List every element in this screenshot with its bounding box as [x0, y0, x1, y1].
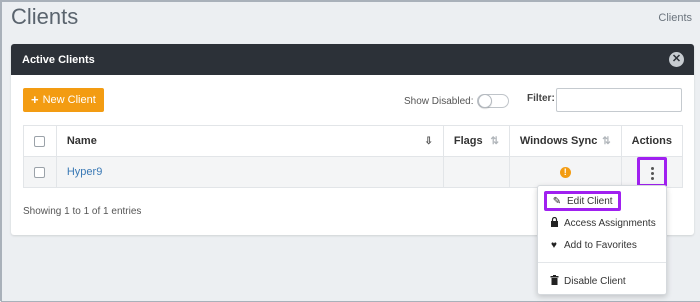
menu-item-edit-client[interactable]: ✎ Edit Client	[544, 191, 621, 211]
menu-divider	[538, 262, 666, 263]
new-client-label: New Client	[42, 94, 96, 106]
page: Clients Clients Active Clients ✕ + New C…	[2, 2, 700, 302]
close-icon[interactable]: ✕	[669, 52, 684, 67]
page-title: Clients	[11, 4, 79, 29]
select-all-checkbox[interactable]	[34, 135, 46, 147]
column-header-name[interactable]: Name ⇩	[55, 125, 444, 157]
clients-table: Name ⇩ Flags ⇅ Windows Sync ⇅ Actions Hy…	[23, 125, 684, 188]
menu-item-label: Disable Client	[564, 275, 626, 287]
client-name-link[interactable]: Hyper9	[67, 166, 102, 178]
row-select-cell	[23, 156, 57, 188]
show-disabled-toggle[interactable]	[477, 94, 510, 108]
actions-dropdown-menu: ✎ Edit Client Access Assignments ♥ Add t…	[537, 185, 667, 295]
kebab-dot	[650, 172, 654, 175]
menu-item-add-to-favorites[interactable]: ♥ Add to Favorites	[544, 235, 642, 255]
column-header-actions: Actions	[620, 125, 684, 157]
table-row: Hyper9 !	[23, 156, 684, 188]
pencil-icon: ✎	[552, 195, 562, 207]
windows-sync-cell: !	[508, 156, 622, 188]
column-header-windows-sync[interactable]: Windows Sync ⇅	[508, 125, 622, 157]
panel-title: Active Clients	[22, 54, 95, 66]
menu-item-label: Add to Favorites	[564, 239, 637, 251]
sort-asc-icon[interactable]: ⇩	[425, 136, 433, 147]
breadcrumb[interactable]: Clients	[658, 12, 692, 24]
new-client-button[interactable]: + New Client	[23, 88, 104, 112]
column-header-flags[interactable]: Flags ⇅	[442, 125, 510, 157]
column-actions-label: Actions	[631, 135, 672, 147]
lock-icon	[549, 216, 559, 230]
select-all-cell	[23, 125, 57, 157]
menu-item-disable-client[interactable]: Disable Client	[544, 271, 631, 291]
kebab-dot	[650, 177, 654, 180]
table-header-row: Name ⇩ Flags ⇅ Windows Sync ⇅ Actions	[23, 125, 684, 157]
show-disabled-control: Show Disabled:	[404, 94, 510, 108]
plus-icon: +	[31, 92, 39, 107]
trash-icon	[549, 274, 559, 288]
toggle-knob	[478, 94, 493, 108]
kebab-dot	[650, 167, 654, 170]
warning-icon: !	[559, 167, 571, 178]
column-windows-sync-label: Windows Sync	[519, 135, 598, 147]
client-name-cell: Hyper9	[55, 156, 444, 188]
menu-item-label: Edit Client	[567, 195, 613, 207]
row-checkbox[interactable]	[34, 166, 46, 178]
menu-item-access-assignments[interactable]: Access Assignments	[544, 213, 661, 233]
entries-info: Showing 1 to 1 of 1 entries	[23, 206, 142, 217]
column-name-label: Name	[66, 135, 97, 147]
actions-cell	[620, 156, 684, 188]
sort-icon[interactable]: ⇅	[602, 136, 610, 147]
filter-label: Filter:	[527, 93, 555, 104]
panel-header: Active Clients ✕	[11, 44, 694, 75]
actions-menu-button[interactable]	[636, 157, 667, 187]
sort-icon[interactable]: ⇅	[490, 136, 498, 147]
menu-item-label: Access Assignments	[564, 217, 656, 229]
client-flags-cell	[442, 156, 510, 188]
show-disabled-label: Show Disabled:	[404, 95, 474, 107]
heart-icon: ♥	[551, 239, 557, 251]
filter-input[interactable]	[556, 88, 682, 112]
column-flags-label: Flags	[453, 135, 483, 147]
